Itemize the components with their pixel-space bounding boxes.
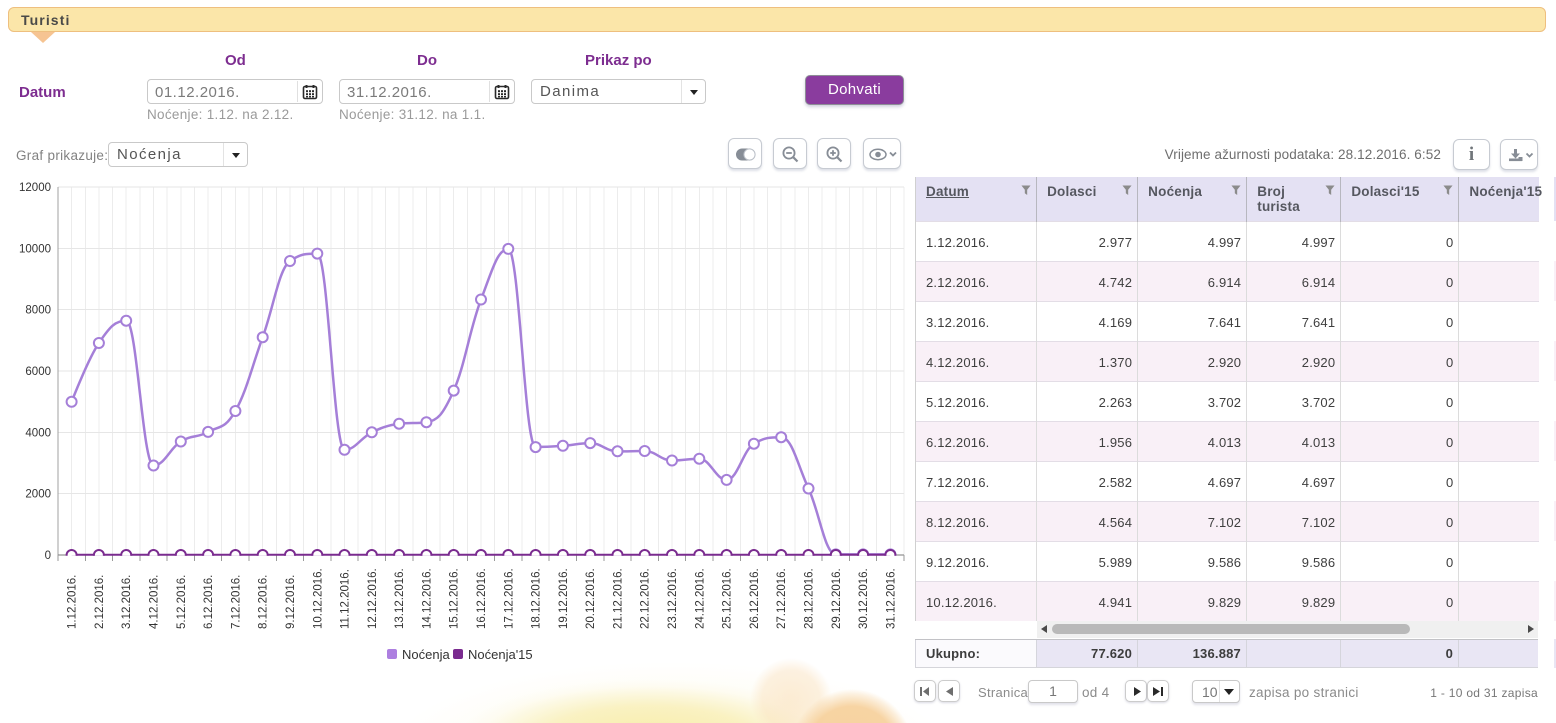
svg-text:10000: 10000 <box>19 243 51 255</box>
svg-text:Noćenja'15: Noćenja'15 <box>468 647 533 662</box>
svg-text:30.12.2016.: 30.12.2016. <box>858 568 870 629</box>
svg-text:2000: 2000 <box>25 489 51 501</box>
svg-text:12000: 12000 <box>19 182 51 194</box>
svg-text:20.12.2016.: 20.12.2016. <box>585 568 597 629</box>
svg-text:31.12.2016.: 31.12.2016. <box>885 568 897 629</box>
svg-text:21.12.2016.: 21.12.2016. <box>613 568 625 629</box>
svg-text:1.12.2016.: 1.12.2016. <box>67 575 79 629</box>
svg-text:Noćenja: Noćenja <box>402 647 450 662</box>
svg-text:10.12.2016.: 10.12.2016. <box>312 568 324 629</box>
svg-text:23.12.2016.: 23.12.2016. <box>667 568 679 629</box>
svg-text:8.12.2016.: 8.12.2016. <box>258 575 270 629</box>
svg-text:28.12.2016.: 28.12.2016. <box>804 568 816 629</box>
svg-text:3.12.2016.: 3.12.2016. <box>121 575 133 629</box>
svg-text:29.12.2016.: 29.12.2016. <box>831 568 843 629</box>
svg-text:9.12.2016.: 9.12.2016. <box>285 575 297 629</box>
svg-text:0: 0 <box>45 550 51 562</box>
svg-text:18.12.2016.: 18.12.2016. <box>531 568 543 629</box>
svg-text:6.12.2016.: 6.12.2016. <box>203 575 215 629</box>
svg-text:22.12.2016.: 22.12.2016. <box>640 568 652 629</box>
svg-text:12.12.2016.: 12.12.2016. <box>367 568 379 629</box>
svg-text:11.12.2016.: 11.12.2016. <box>340 569 352 629</box>
svg-text:17.12.2016.: 17.12.2016. <box>503 568 515 629</box>
svg-text:14.12.2016.: 14.12.2016. <box>421 568 433 629</box>
svg-text:19.12.2016.: 19.12.2016. <box>558 568 570 629</box>
svg-text:25.12.2016.: 25.12.2016. <box>722 568 734 629</box>
svg-text:26.12.2016.: 26.12.2016. <box>749 568 761 629</box>
svg-text:5.12.2016.: 5.12.2016. <box>176 575 188 629</box>
svg-text:4.12.2016.: 4.12.2016. <box>149 575 161 629</box>
svg-text:27.12.2016.: 27.12.2016. <box>776 568 788 629</box>
svg-text:16.12.2016.: 16.12.2016. <box>476 568 488 629</box>
svg-text:2.12.2016.: 2.12.2016. <box>94 575 106 629</box>
svg-text:15.12.2016.: 15.12.2016. <box>449 568 461 629</box>
svg-text:8000: 8000 <box>25 305 51 317</box>
svg-text:6000: 6000 <box>25 366 51 378</box>
svg-text:24.12.2016.: 24.12.2016. <box>694 568 706 629</box>
svg-text:7.12.2016.: 7.12.2016. <box>230 575 242 629</box>
svg-text:4000: 4000 <box>25 427 51 439</box>
svg-text:13.12.2016.: 13.12.2016. <box>394 568 406 629</box>
